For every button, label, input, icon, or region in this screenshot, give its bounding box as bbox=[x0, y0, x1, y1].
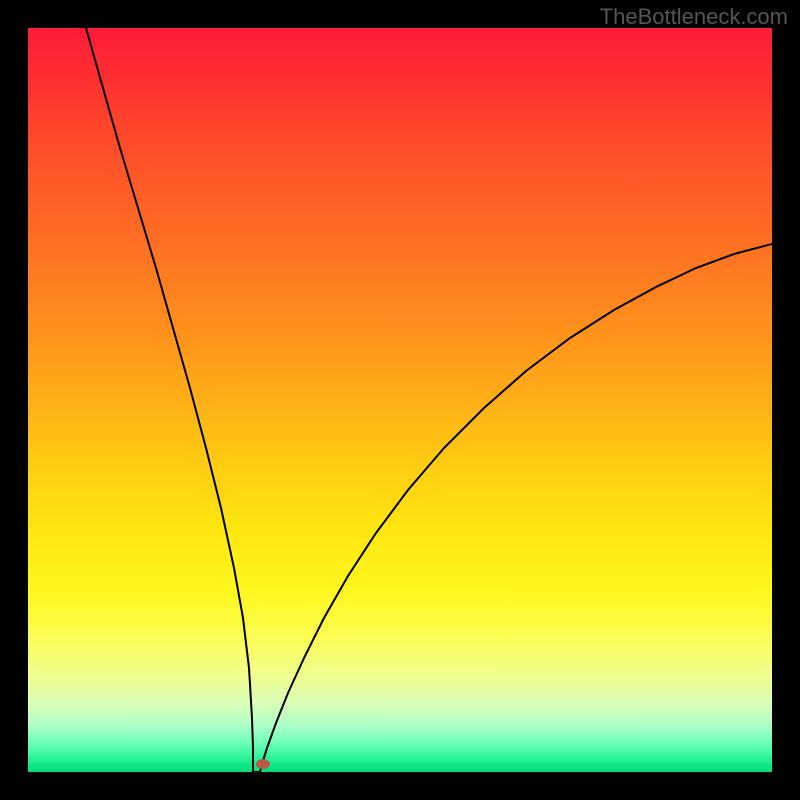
watermark-text: TheBottleneck.com bbox=[600, 4, 788, 30]
curve-svg bbox=[28, 28, 772, 772]
optimal-point-marker bbox=[256, 759, 270, 769]
bottleneck-curve bbox=[86, 28, 772, 772]
plot-area bbox=[28, 28, 772, 772]
